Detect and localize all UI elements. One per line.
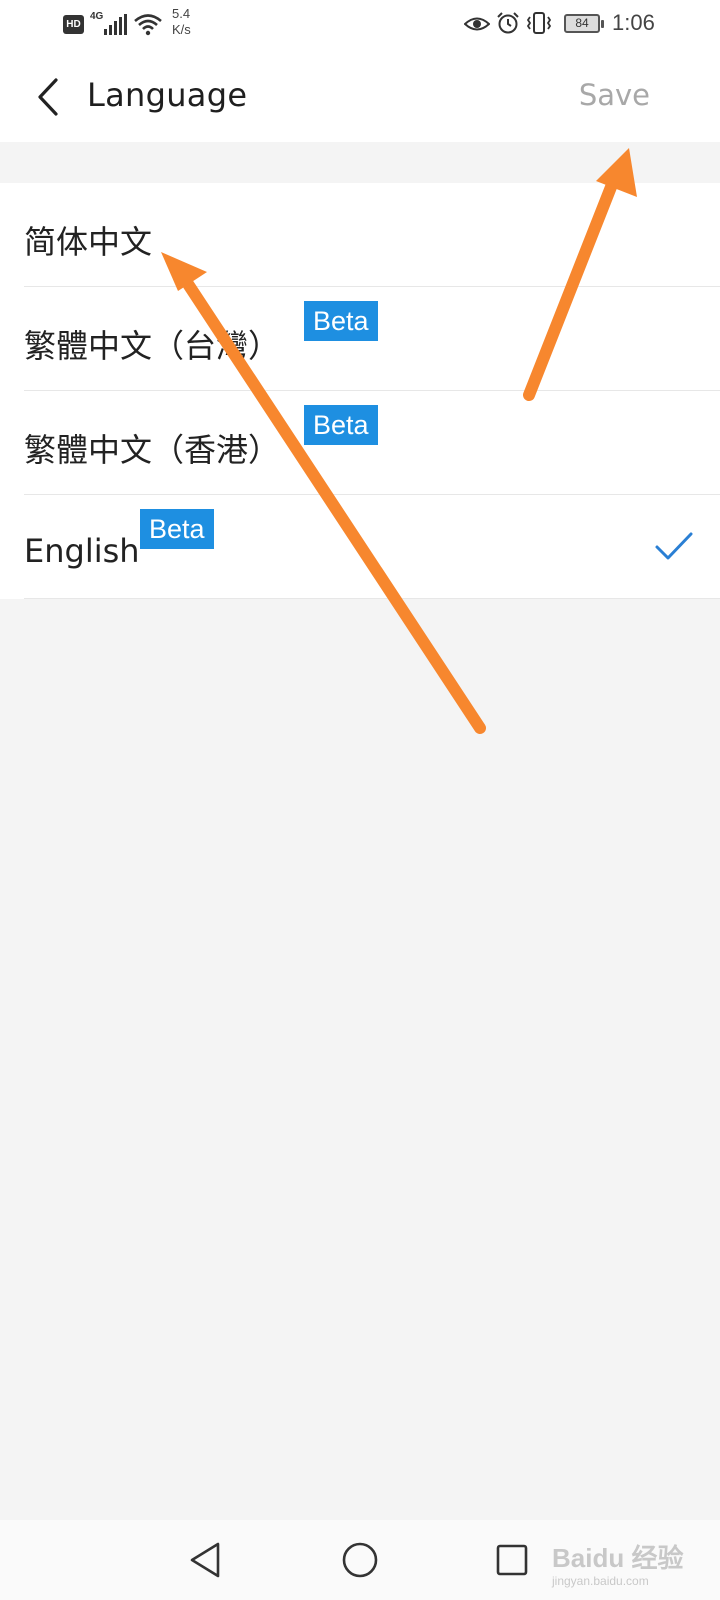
language-label: 繁體中文（台灣） xyxy=(24,327,281,365)
watermark-text: Baidu 经验 xyxy=(552,1543,684,1573)
status-bar: HD 4G 5.4 K/s 84 1:06 xyxy=(0,0,720,52)
eye-icon xyxy=(464,17,490,31)
language-option-traditional-chinese-taiwan[interactable]: 繁體中文（台灣） Beta xyxy=(24,287,720,391)
hd-icon: HD xyxy=(63,15,84,34)
nav-home-icon[interactable] xyxy=(340,1540,380,1580)
beta-badge: Beta xyxy=(304,405,378,445)
language-list: 简体中文 繁體中文（台灣） Beta 繁體中文（香港） Beta English… xyxy=(0,183,720,599)
check-icon xyxy=(655,532,693,560)
watermark-url: jingyan.baidu.com xyxy=(552,1574,649,1588)
save-button[interactable]: Save xyxy=(579,78,650,112)
battery-icon: 84 xyxy=(564,14,604,33)
chevron-left-icon[interactable] xyxy=(28,74,68,120)
beta-badge: Beta xyxy=(304,301,378,341)
alarm-icon xyxy=(497,12,519,34)
speed-unit: K/s xyxy=(172,22,191,37)
vibrate-icon xyxy=(526,12,552,34)
signal-icon xyxy=(104,14,127,35)
clock: 1:06 xyxy=(612,10,655,35)
header-bar: Language Save xyxy=(0,52,720,142)
network-speed: 5.4 K/s xyxy=(172,6,202,38)
page-title: Language xyxy=(87,76,248,114)
speed-value: 5.4 xyxy=(172,6,191,21)
wifi-icon xyxy=(134,14,162,36)
language-label: 繁體中文（香港） xyxy=(24,431,281,469)
nav-back-icon[interactable] xyxy=(186,1540,226,1580)
language-label: 简体中文 xyxy=(24,223,153,261)
language-option-simplified-chinese[interactable]: 简体中文 xyxy=(24,183,720,287)
language-option-traditional-chinese-hongkong[interactable]: 繁體中文（香港） Beta xyxy=(24,391,720,495)
watermark: Baidu 经验 jingyan.baidu.com xyxy=(548,1534,718,1594)
language-label: English xyxy=(24,532,140,570)
nav-recent-icon[interactable] xyxy=(492,1540,532,1580)
beta-badge: Beta xyxy=(140,509,214,549)
language-option-english[interactable]: English Beta xyxy=(24,495,720,599)
